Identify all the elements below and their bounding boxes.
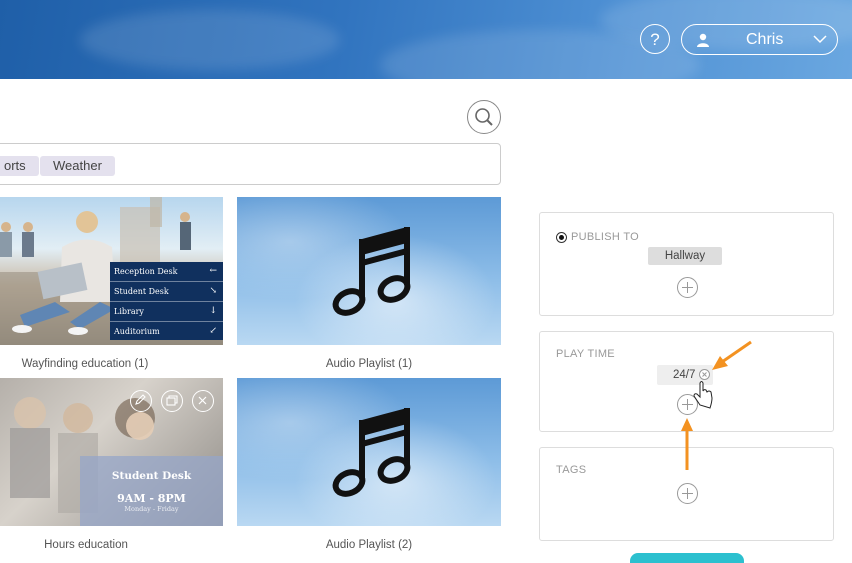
tag-filter-input[interactable]: orts Weather: [0, 143, 501, 185]
add-publish-target-button[interactable]: [677, 277, 698, 298]
play-time-panel: PLAY TIME 24/7: [539, 331, 834, 432]
help-icon: ?: [650, 30, 660, 49]
user-icon: [697, 33, 709, 47]
content-card-hours-education[interactable]: Student Desk 9AM - 8PM Monday - Friday: [0, 378, 223, 526]
chevron-down-icon: [813, 35, 827, 44]
overlay-days: Monday - Friday: [124, 505, 179, 513]
wayfinding-row: Auditorium ↙: [110, 322, 223, 341]
content-card-wayfinding[interactable]: Reception Desk ← Student Desk ↘ Library ↓ A…: [0, 197, 223, 345]
content-card-audio-playlist-1[interactable]: [237, 197, 501, 345]
wayfinding-menu: Reception Desk ← Student Desk ↘ Library ↓ A…: [110, 262, 223, 340]
publish-target-chip[interactable]: Hallway: [648, 247, 722, 265]
card-caption: Audio Playlist (1): [325, 358, 413, 370]
content-card-audio-playlist-2[interactable]: [237, 378, 501, 526]
tag-chip[interactable]: orts: [0, 156, 39, 176]
tags-panel: TAGS: [539, 447, 834, 541]
arrow-down-right-icon: ↘: [209, 286, 217, 296]
overlay-title: Student Desk: [111, 470, 192, 482]
card-caption: Hours education: [44, 539, 128, 551]
add-play-time-button[interactable]: [677, 394, 698, 415]
play-time-label: PLAY TIME: [556, 348, 615, 360]
user-name: Chris: [746, 31, 784, 48]
play-time-value: 24/7: [673, 369, 696, 381]
arrow-down-icon: ↓: [209, 306, 217, 316]
tag-chip-weather[interactable]: Weather: [40, 156, 115, 176]
edit-icon[interactable]: [130, 390, 152, 412]
arrow-left-icon: ←: [209, 266, 217, 276]
add-tag-button[interactable]: [677, 483, 698, 504]
search-icon: [474, 107, 493, 126]
wayfinding-row: Reception Desk ←: [110, 262, 223, 282]
save-button[interactable]: [630, 553, 744, 563]
search-button[interactable]: [467, 100, 501, 134]
arrow-down-left-icon: ↙: [209, 326, 217, 336]
help-button[interactable]: ?: [640, 24, 670, 54]
card-caption: Wayfinding education (1): [21, 358, 149, 370]
hours-overlay: Student Desk 9AM - 8PM Monday - Friday: [80, 456, 223, 526]
publish-to-panel: PUBLISH TO Hallway: [539, 212, 834, 316]
user-menu-button[interactable]: Chris: [681, 24, 838, 55]
wayfinding-row: Library ↓: [110, 302, 223, 322]
card-caption: Audio Playlist (2): [325, 539, 413, 551]
duplicate-icon[interactable]: [161, 390, 183, 412]
music-note-icon: [332, 227, 411, 316]
delete-icon[interactable]: [192, 390, 214, 412]
remove-chip-icon[interactable]: [699, 369, 710, 380]
tags-label: TAGS: [556, 464, 587, 476]
overlay-hours: 9AM - 8PM: [117, 492, 186, 505]
publish-to-label: PUBLISH TO: [571, 231, 640, 243]
wayfinding-row: Student Desk ↘: [110, 282, 223, 302]
app-header: ? Chris: [0, 0, 852, 79]
music-note-icon: [332, 408, 411, 497]
radio-selected-icon[interactable]: [556, 232, 567, 243]
header-cloud: [80, 10, 340, 70]
